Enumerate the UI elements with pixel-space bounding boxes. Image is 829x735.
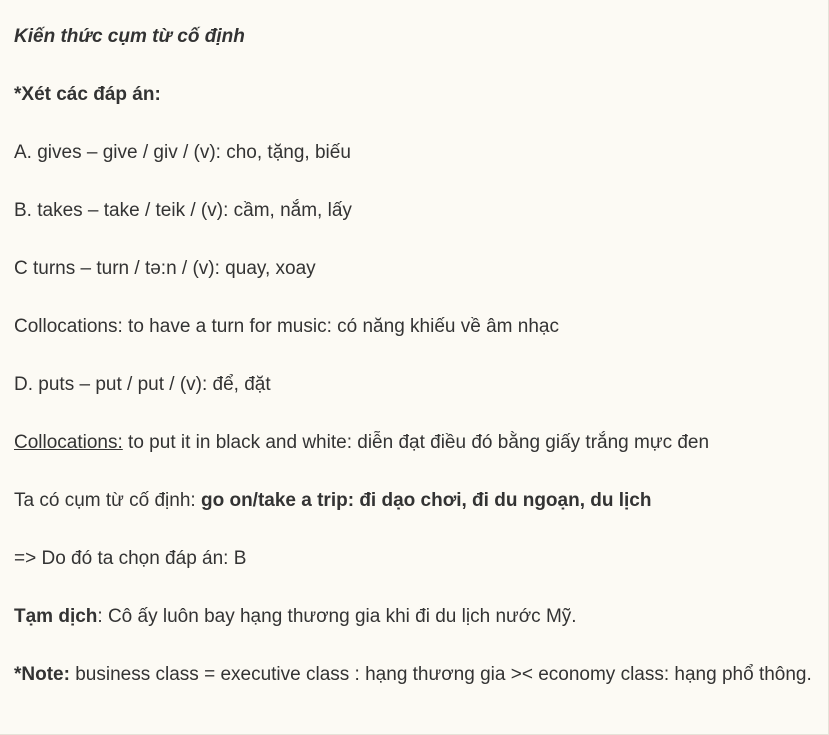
option-d-collocation: Collocations: to put it in black and whi… xyxy=(14,428,814,457)
option-a: A. gives – give / giv / (v): cho, tặng, … xyxy=(14,142,351,163)
note-text: business class = executive class : hạng … xyxy=(69,664,812,685)
conclusion: => Do đó ta chọn đáp án: B xyxy=(14,548,247,569)
fixed-phrase: Ta có cụm từ cố định: go on/take a trip:… xyxy=(14,486,814,515)
fixed-phrase-text: go on/take a trip: đi dạo chơi, đi du ng… xyxy=(200,490,652,511)
translation: Tạm dịch: Cô ấy luôn bay hạng thương gia… xyxy=(14,602,814,631)
note: *Note: business class = executive class … xyxy=(14,660,814,689)
option-d: D. puts – put / put / (v): để, đặt xyxy=(14,374,271,395)
collocation-text: to put it in black and white: diễn đạt đ… xyxy=(122,432,710,453)
collocation-label: Collocations: xyxy=(14,432,123,453)
fixed-phrase-prefix: Ta có cụm từ cố định: xyxy=(14,490,201,511)
section-title: Kiến thức cụm từ cố định xyxy=(14,26,245,47)
option-c: C turns – turn / tə:n / (v): quay, xoay xyxy=(14,258,316,279)
translation-label: Tạm dịch xyxy=(14,606,98,627)
option-c-collocation: Collocations: to have a turn for music: … xyxy=(14,316,559,337)
explanation-content: Kiến thức cụm từ cố định *Xét các đáp án… xyxy=(0,0,828,689)
note-label: *Note: xyxy=(14,664,70,685)
option-b: B. takes – take / teik / (v): cầm, nắm, … xyxy=(14,200,352,221)
translation-text: : Cô ấy luôn bay hạng thương gia khi đi … xyxy=(97,606,577,627)
answers-heading: *Xét các đáp án: xyxy=(14,84,161,105)
